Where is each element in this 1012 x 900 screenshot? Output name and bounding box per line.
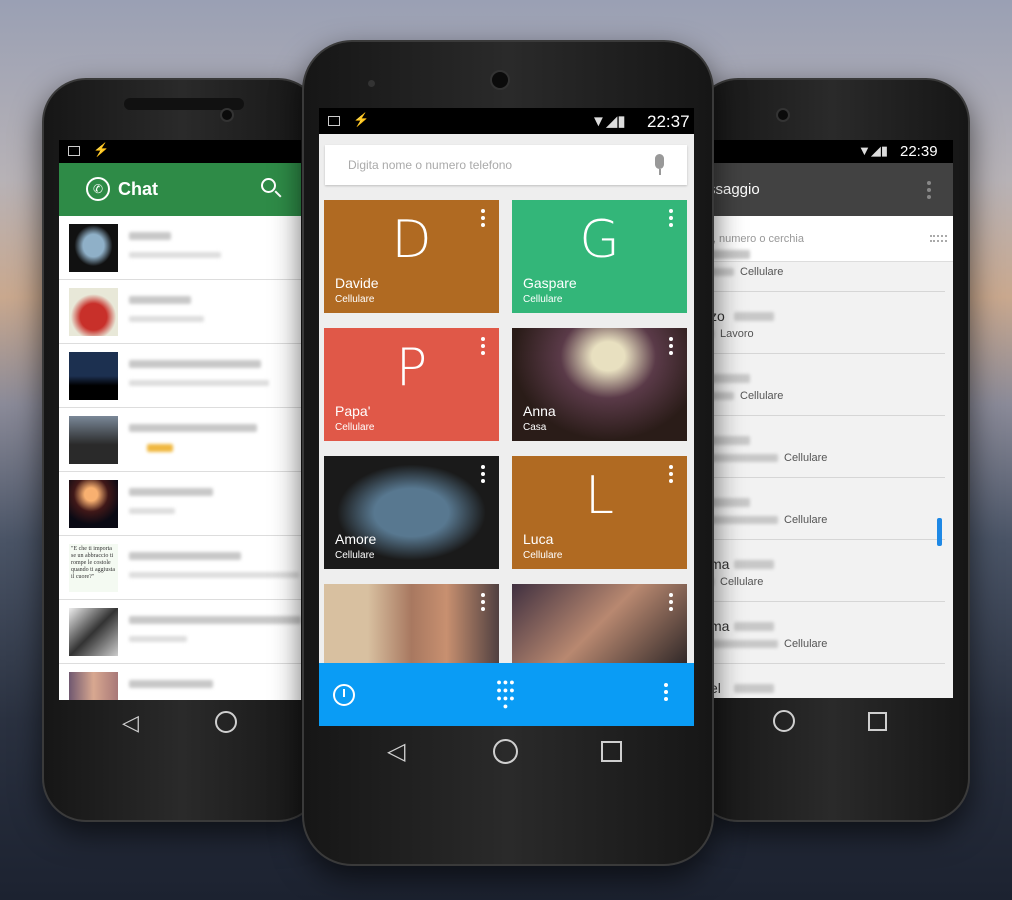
phone-type: Cellulare <box>335 550 375 561</box>
tile-menu-icon[interactable] <box>669 209 673 230</box>
contacts-picker-screen: ▼◢▮ 22:39 ssaggio il, numero o cerchia C… <box>706 140 953 698</box>
favorite-tile[interactable]: Amore Cellulare <box>324 456 499 569</box>
favorite-tile[interactable]: G Gaspare Cellulare <box>512 200 687 313</box>
camera <box>368 80 375 87</box>
camera <box>776 108 790 122</box>
favorite-tile[interactable]: L Luca Cellulare <box>512 456 687 569</box>
phone-type: Lavoro <box>720 328 754 340</box>
recent-apps-button[interactable] <box>601 741 622 762</box>
tile-menu-icon[interactable] <box>669 465 673 486</box>
contact-item[interactable]: ma Cellulare <box>706 540 945 602</box>
chat-item[interactable]: "E che ti importa se un abbraccio ti rom… <box>59 538 301 600</box>
header-title: ssaggio <box>708 181 760 198</box>
phone-type: Cellulare <box>784 452 828 464</box>
chat-list: "E che ti importa se un abbraccio ti rom… <box>59 218 301 700</box>
phone-type: Cellulare <box>740 266 784 278</box>
avatar <box>69 352 118 400</box>
favorite-tile-photo[interactable] <box>512 584 687 664</box>
contact-name: Luca <box>523 531 554 547</box>
chat-item[interactable] <box>59 346 301 408</box>
recent-apps-button[interactable] <box>868 712 887 731</box>
favorite-tile[interactable]: P Papa' Cellulare <box>324 328 499 441</box>
scrollbar[interactable] <box>937 518 942 546</box>
overflow-menu-icon[interactable] <box>927 181 931 202</box>
phone-type: Cellulare <box>784 638 828 650</box>
tile-menu-icon <box>669 593 673 614</box>
avatar <box>69 224 118 272</box>
chat-item[interactable] <box>59 282 301 344</box>
whatsapp-screen: ⚡ ✆ Chat "E che ti importa se un abbracc… <box>59 140 301 700</box>
image-notification-icon <box>68 146 80 156</box>
tile-menu-icon <box>481 593 485 614</box>
contact-name: Anna <box>523 403 556 419</box>
app-header: ssaggio <box>706 163 953 216</box>
phone-type: Cellulare <box>523 550 563 561</box>
wifi-signal-battery-icons: ▼◢▮ <box>858 143 889 158</box>
avatar-quote: "E che ti importa se un abbraccio ti rom… <box>69 544 118 592</box>
chat-item[interactable] <box>59 666 301 700</box>
tile-menu-icon[interactable] <box>481 209 485 230</box>
contact-name: Papa' <box>335 403 371 419</box>
contact-initial: G <box>579 210 620 270</box>
chat-item[interactable] <box>59 474 301 536</box>
phone-type: Cellulare <box>523 294 563 305</box>
dialer-screen: ⚡ ▼◢▮ 22:37 Digita nome o numero telefon… <box>319 108 694 726</box>
tile-menu-icon[interactable] <box>481 337 485 358</box>
status-bar: ⚡ <box>59 140 301 163</box>
contact-initial: D <box>391 210 432 270</box>
avatar <box>69 672 118 700</box>
tile-menu-icon[interactable] <box>481 465 485 486</box>
phone-type: Cellulare <box>740 390 784 402</box>
avatar <box>69 416 118 464</box>
home-button[interactable] <box>215 711 237 733</box>
favorite-tile[interactable]: Anna Casa <box>512 328 687 441</box>
contact-item[interactable]: zo Lavoro <box>706 292 945 354</box>
contact-item[interactable]: Cellulare <box>706 354 945 416</box>
tile-menu-icon[interactable] <box>669 337 673 358</box>
app-header: ✆ Chat <box>59 163 301 216</box>
contact-initial: P <box>395 338 428 398</box>
status-time: 22:39 <box>900 143 938 160</box>
contact-list: Cellulare zo Lavoro Cellulare Cellulare C… <box>706 250 953 698</box>
bottom-action-bar: ●●● ●●● ●●● ● <box>319 663 694 726</box>
contact-item[interactable]: el <box>706 664 945 698</box>
phone-type: Cellulare <box>335 294 375 305</box>
favorite-tile-photo[interactable] <box>324 584 499 664</box>
chat-item[interactable] <box>59 218 301 280</box>
camera <box>220 108 234 122</box>
phone-type: Cellulare <box>335 422 375 433</box>
app-title: Chat <box>118 179 158 199</box>
avatar <box>69 608 118 656</box>
contact-name: Gaspare <box>523 275 577 291</box>
notification-icon: ⚡ <box>93 142 110 157</box>
chat-item[interactable] <box>59 602 301 664</box>
chat-item[interactable] <box>59 410 301 472</box>
search-icon-handle <box>274 190 282 198</box>
contact-item[interactable]: Cellulare <box>706 230 945 292</box>
contact-initial: L <box>585 466 614 526</box>
overflow-menu-icon[interactable] <box>664 683 668 704</box>
home-button[interactable] <box>773 710 795 732</box>
speaker-grille <box>490 70 510 90</box>
home-button[interactable] <box>493 739 518 764</box>
avatar <box>69 480 118 528</box>
phone-type: Casa <box>523 422 547 433</box>
phone-type: Cellulare <box>720 576 764 588</box>
contact-item[interactable]: Cellulare <box>706 416 945 478</box>
contact-item[interactable]: Cellulare <box>706 478 945 540</box>
contact-item[interactable]: ma Cellulare <box>706 602 945 664</box>
dialpad-icon[interactable]: ●●● ●●● ●●● ● <box>495 678 517 711</box>
back-button[interactable]: ◁ <box>387 737 405 766</box>
back-button[interactable]: ◁ <box>122 710 139 736</box>
contact-name: Davide <box>335 275 379 291</box>
status-bar: ▼◢▮ 22:39 <box>706 140 953 163</box>
whatsapp-logo-icon: ✆ <box>86 177 110 201</box>
favorite-tile[interactable]: D Davide Cellulare <box>324 200 499 313</box>
avatar <box>69 288 118 336</box>
contact-name: Amore <box>335 531 377 547</box>
phone-type: Cellulare <box>784 514 828 526</box>
call-history-icon[interactable] <box>333 684 355 706</box>
